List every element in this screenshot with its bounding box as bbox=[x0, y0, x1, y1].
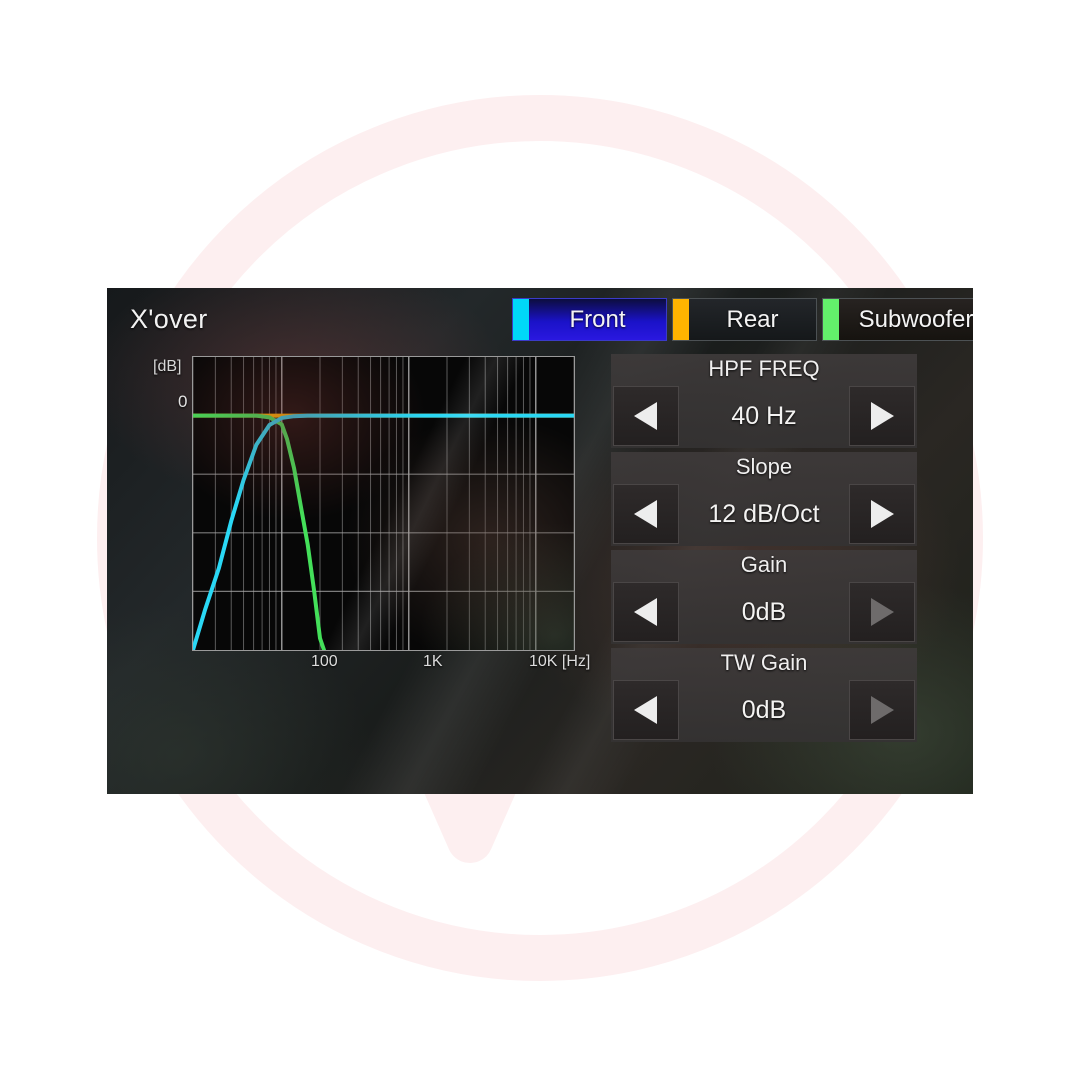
control-row-hpf-freq: 40 Hz bbox=[611, 384, 917, 448]
right-triangle-icon bbox=[871, 696, 894, 724]
x-axis-tick-100: 100 bbox=[311, 653, 338, 670]
hpf-freq-increment-button[interactable] bbox=[849, 386, 915, 446]
x-axis-tick-1k: 1K bbox=[423, 653, 443, 670]
slope-decrement-button[interactable] bbox=[613, 484, 679, 544]
gain-increment-button bbox=[849, 582, 915, 642]
left-triangle-icon bbox=[634, 402, 657, 430]
left-triangle-icon bbox=[634, 598, 657, 626]
horizontal-gridlines bbox=[193, 473, 574, 592]
y-axis-unit-label: [dB] bbox=[153, 358, 182, 375]
control-title-slope: Slope bbox=[735, 454, 793, 479]
hpf-freq-decrement-button[interactable] bbox=[613, 386, 679, 446]
screen-header: X'over Front Rear Subwoofer bbox=[107, 288, 973, 350]
y-axis-tick-0: 0 bbox=[178, 392, 188, 411]
tab-rear-color-swatch bbox=[673, 299, 689, 340]
head-unit-screen: X'over Front Rear Subwoofer [dB] 0 100 1… bbox=[107, 288, 973, 794]
right-triangle-icon bbox=[871, 402, 894, 430]
right-triangle-icon bbox=[871, 500, 894, 528]
control-group-hpf-freq: HPF FREQ 40 Hz bbox=[611, 354, 917, 448]
tab-subwoofer-color-swatch bbox=[823, 299, 839, 340]
vertical-gridlines bbox=[193, 357, 574, 650]
tab-subwoofer-label: Subwoofer bbox=[858, 305, 973, 333]
control-row-tw-gain: 0dB bbox=[611, 678, 917, 742]
tw-gain-value: 0dB bbox=[741, 695, 787, 724]
control-group-tw-gain: TW Gain 0dB bbox=[611, 648, 917, 742]
tab-rear[interactable]: Rear bbox=[672, 298, 817, 341]
control-group-gain: Gain 0dB bbox=[611, 550, 917, 644]
gain-value: 0dB bbox=[741, 597, 787, 626]
tab-front[interactable]: Front bbox=[512, 298, 667, 341]
tab-front-color-swatch bbox=[513, 299, 529, 340]
control-panel: HPF FREQ 40 Hz Slope 12 dB/Oct Gain 0dB … bbox=[611, 354, 917, 746]
page-title: X'over bbox=[130, 304, 208, 334]
hpf-freq-value: 40 Hz bbox=[731, 401, 797, 430]
slope-increment-button[interactable] bbox=[849, 484, 915, 544]
crossover-graph: [dB] 0 100 1K 10K [Hz] bbox=[133, 354, 605, 674]
control-title-tw-gain: TW Gain bbox=[720, 650, 808, 675]
tab-front-label: Front bbox=[569, 305, 626, 333]
control-title-hpf-freq: HPF FREQ bbox=[708, 356, 820, 381]
slope-value: 12 dB/Oct bbox=[708, 499, 820, 528]
plot-svg bbox=[193, 357, 574, 650]
tab-subwoofer[interactable]: Subwoofer bbox=[822, 298, 973, 341]
tw-gain-increment-button bbox=[849, 680, 915, 740]
tw-gain-decrement-button[interactable] bbox=[613, 680, 679, 740]
left-triangle-icon bbox=[634, 696, 657, 724]
control-row-slope: 12 dB/Oct bbox=[611, 482, 917, 546]
gain-decrement-button[interactable] bbox=[613, 582, 679, 642]
control-group-slope: Slope 12 dB/Oct bbox=[611, 452, 917, 546]
control-title-gain: Gain bbox=[740, 552, 788, 577]
left-triangle-icon bbox=[634, 500, 657, 528]
x-axis-tick-10k: 10K [Hz] bbox=[529, 653, 591, 670]
right-triangle-icon bbox=[871, 598, 894, 626]
plot-area bbox=[192, 356, 575, 651]
tab-rear-label: Rear bbox=[726, 305, 779, 333]
control-row-gain: 0dB bbox=[611, 580, 917, 644]
